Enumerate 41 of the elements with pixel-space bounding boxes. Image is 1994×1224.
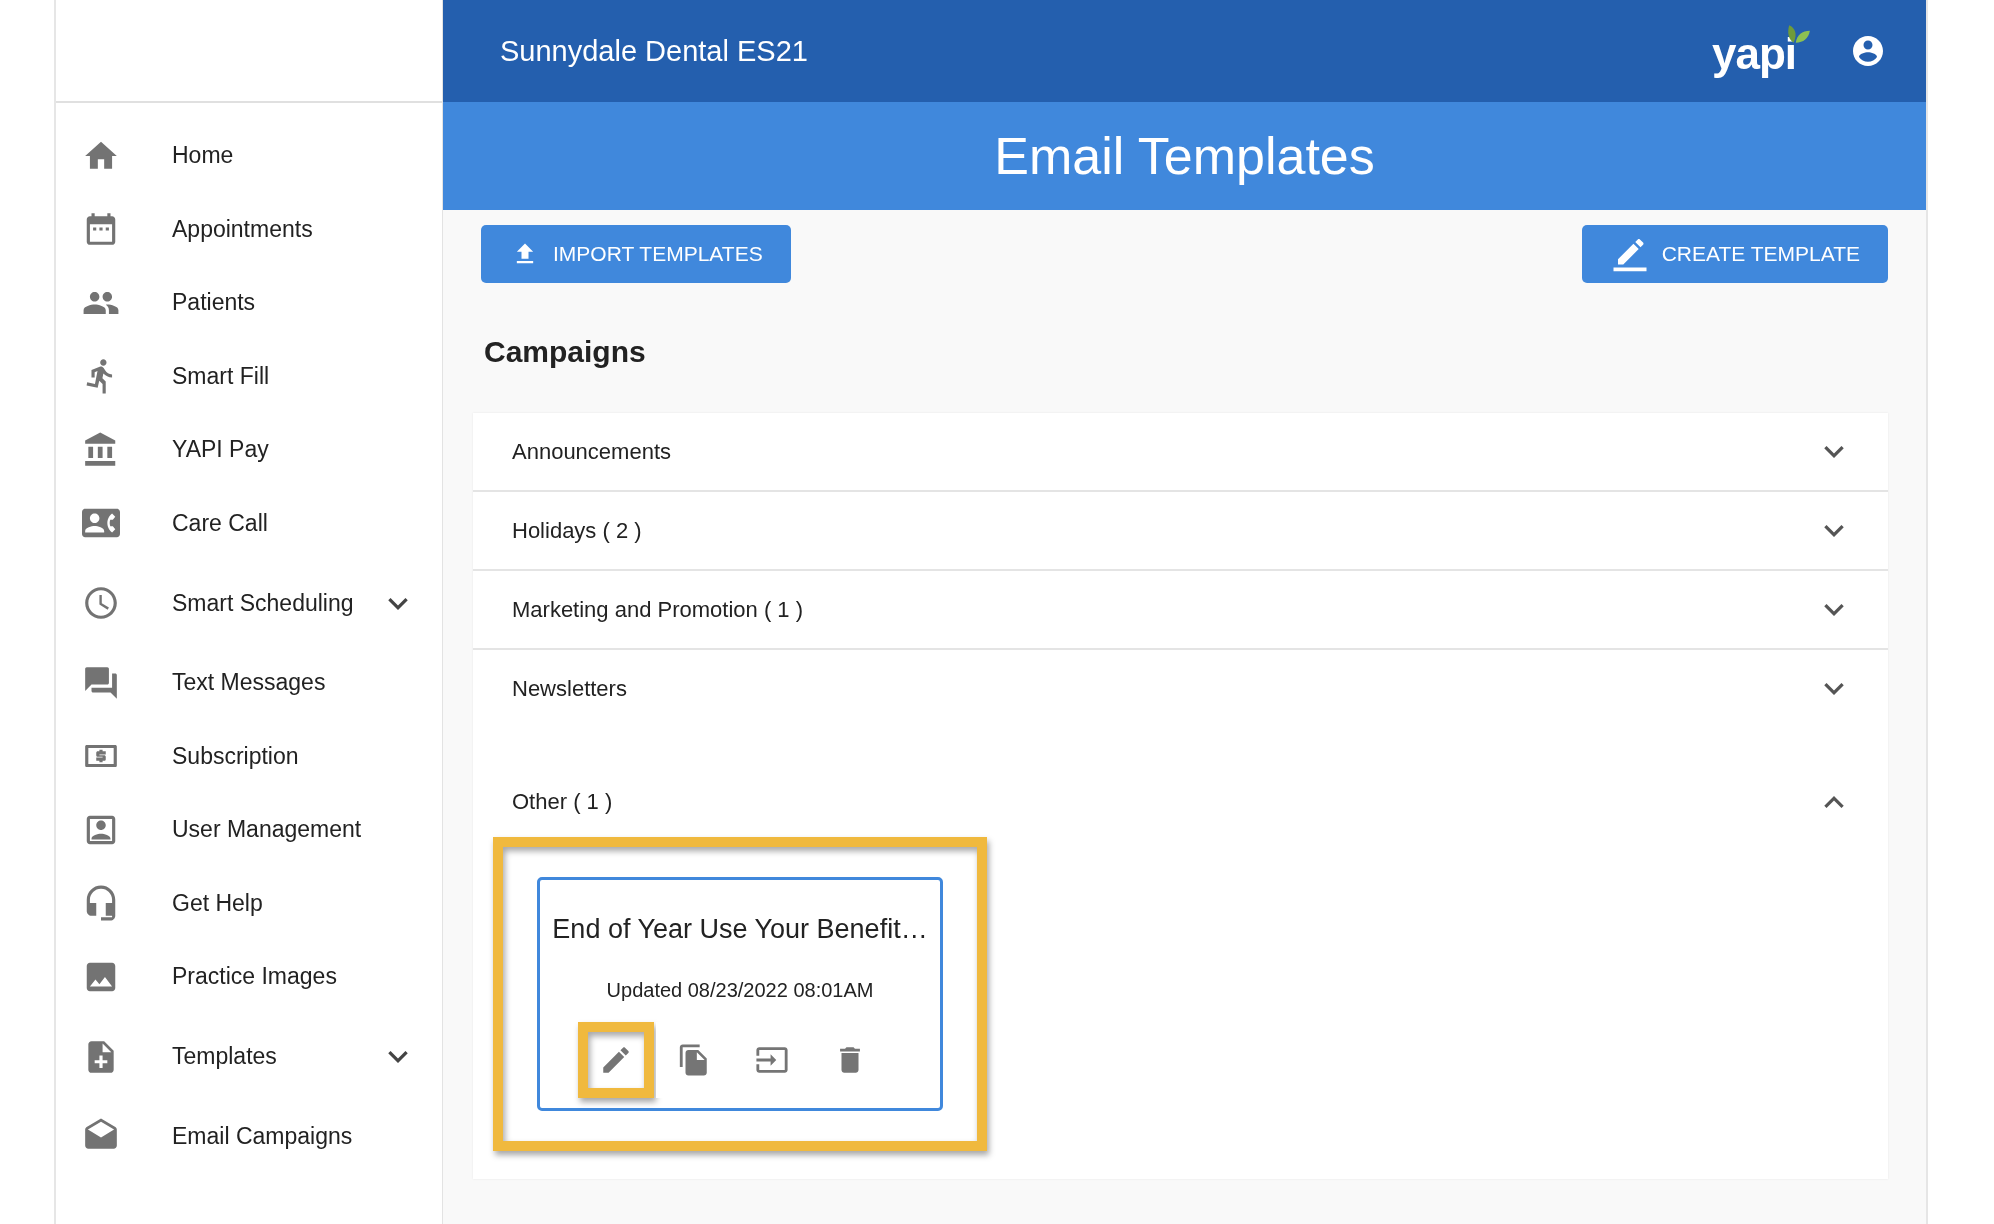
- sidebar-item[interactable]: YAPI Pay: [56, 413, 442, 487]
- chevron-up-icon[interactable]: [1824, 795, 1844, 809]
- sidebar-item[interactable]: Subscription: [56, 719, 442, 793]
- page-title: Email Templates: [994, 126, 1375, 186]
- category-label: Holidays ( 2 ): [512, 517, 643, 544]
- sidebar-item[interactable]: Care Call: [56, 486, 442, 560]
- sidebar-item[interactable]: Practice Images: [56, 940, 442, 1014]
- pencil-icon: [1611, 236, 1648, 272]
- chevron-down-icon[interactable]: [1824, 445, 1844, 458]
- category-label: Marketing and Promotion ( 1 ): [512, 596, 805, 623]
- category-header[interactable]: Announcements: [473, 413, 1888, 492]
- highlighted-action-button[interactable]: [578, 1022, 654, 1098]
- sidebar-item[interactable]: Email Campaigns: [56, 1099, 442, 1173]
- section-title: Campaigns: [484, 335, 647, 369]
- template-title: End of Year Use Your Benefit…: [551, 914, 929, 945]
- sidebar-item[interactable]: Smart Scheduling: [56, 560, 442, 646]
- sidebar-item[interactable]: Smart Fill: [56, 339, 442, 413]
- sidebar-item[interactable]: Home: [56, 119, 442, 193]
- chevron-down-icon[interactable]: [1824, 603, 1844, 616]
- category-header[interactable]: Holidays ( 2 ): [473, 492, 1888, 571]
- category-label: Newsletters: [512, 675, 628, 702]
- clock-icon: [82, 584, 120, 622]
- account-icon[interactable]: [1850, 33, 1886, 69]
- category-header[interactable]: Other ( 1 ): [473, 767, 1888, 837]
- category-header[interactable]: Marketing and Promotion ( 1 ): [473, 571, 1888, 650]
- practice-name: Sunnydale Dental ES21: [500, 34, 809, 68]
- chevron-down-icon[interactable]: [1824, 682, 1844, 695]
- sidebar-item[interactable]: Templates: [56, 1013, 442, 1100]
- sidebar-item[interactable]: Text Messages: [56, 646, 442, 720]
- import-templates-button[interactable]: IMPORT TEMPLATES: [481, 225, 791, 283]
- updated-date: Updated 08/23/2022 08:01AM: [605, 979, 875, 1002]
- category-label: Announcements: [512, 438, 672, 465]
- category-header[interactable]: Newsletters: [473, 650, 1888, 727]
- sidebar-item[interactable]: User Management: [56, 793, 442, 867]
- sidebar-item[interactable]: Appointments: [56, 192, 442, 266]
- chevron-down-icon[interactable]: [1824, 524, 1844, 537]
- sidebar-item[interactable]: Get Help: [56, 866, 442, 940]
- sidebar-item[interactable]: Patients: [56, 266, 442, 340]
- logo-text: yapi: [1711, 29, 1796, 79]
- create-template-button[interactable]: CREATE TEMPLATE: [1581, 225, 1888, 283]
- category-label: Other ( 1 ): [512, 789, 614, 815]
